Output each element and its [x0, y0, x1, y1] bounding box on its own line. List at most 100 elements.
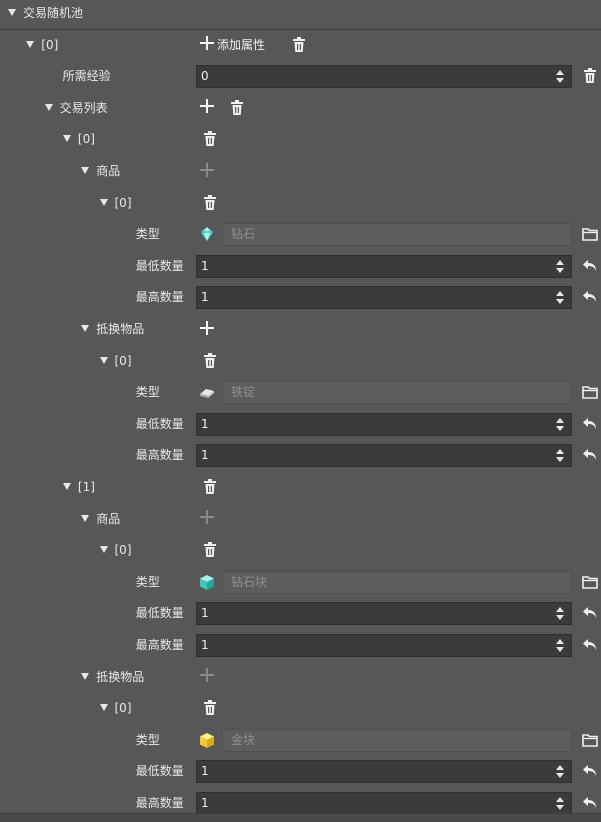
property-label: 最低数量 — [136, 409, 184, 440]
number-input[interactable]: 1 — [196, 254, 572, 278]
expand-triangle-icon[interactable] — [44, 103, 53, 111]
delete-button[interactable] — [201, 194, 219, 212]
trash-icon — [201, 130, 219, 148]
delete-button[interactable] — [290, 36, 308, 54]
property-row: 类型 钻石块 — [0, 567, 601, 598]
expand-triangle-icon[interactable] — [81, 514, 90, 522]
reset-button[interactable] — [581, 415, 599, 433]
spinner-arrows-icon[interactable] — [556, 417, 565, 432]
expand-triangle-icon[interactable] — [8, 9, 16, 16]
spinner-arrows-icon[interactable] — [556, 291, 565, 305]
item-type-field[interactable]: 金块 — [222, 728, 572, 752]
control-area: 金块 — [196, 725, 601, 756]
reset-button[interactable] — [581, 794, 599, 812]
control-area — [196, 662, 601, 693]
add-button — [200, 162, 214, 180]
add-button[interactable] — [200, 320, 214, 338]
expand-triangle-icon[interactable] — [62, 483, 71, 490]
spinner-arrows-icon[interactable] — [556, 607, 565, 621]
reset-button[interactable] — [581, 636, 599, 654]
property-label: 类型 — [136, 567, 160, 598]
add-button — [200, 668, 214, 686]
control-area — [196, 693, 601, 724]
node-label[interactable]: 抵换物品 — [81, 662, 144, 693]
number-input[interactable]: 1 — [196, 412, 572, 436]
expand-triangle-icon[interactable] — [81, 325, 90, 332]
control-area: 1 — [196, 598, 601, 629]
spinner-arrows-icon[interactable] — [556, 797, 565, 811]
expand-triangle-icon[interactable] — [99, 198, 108, 206]
control-area: 1 — [196, 756, 601, 787]
expand-triangle-icon[interactable] — [99, 546, 108, 554]
add-button[interactable] — [200, 99, 214, 117]
delete-button[interactable] — [201, 699, 219, 717]
item-type-field[interactable]: 钻石 — [222, 223, 572, 247]
tree-node-row: 抵换物品 — [0, 662, 601, 693]
spinner-arrows-icon[interactable] — [556, 70, 565, 84]
plus-icon — [200, 99, 214, 116]
reset-button[interactable] — [581, 257, 599, 275]
trash-icon — [201, 478, 219, 496]
delete-button[interactable] — [201, 541, 219, 559]
number-value: 1 — [201, 606, 209, 621]
property-row: 最低数量 1 — [0, 251, 601, 282]
browse-button[interactable] — [581, 225, 599, 243]
spinner-arrows-icon[interactable] — [556, 449, 565, 463]
node-label[interactable]: 商品 — [81, 156, 120, 187]
add-property-button[interactable]: 添加属性 — [200, 36, 265, 54]
item-type-field[interactable]: 钻石块 — [222, 570, 572, 594]
node-label[interactable]: [0] — [26, 30, 58, 61]
spinner-arrows-icon[interactable] — [556, 259, 565, 274]
plus-icon — [200, 162, 214, 180]
number-input[interactable]: 1 — [196, 634, 572, 657]
node-label[interactable]: [0] — [99, 535, 132, 566]
label-text: 交易列表 — [59, 100, 108, 115]
delete-button[interactable] — [201, 352, 219, 370]
spinner-arrows-icon[interactable] — [556, 639, 565, 653]
node-label[interactable]: 商品 — [81, 504, 120, 535]
number-input[interactable]: 1 — [196, 602, 572, 626]
property-label: 最低数量 — [136, 756, 184, 787]
reset-button[interactable] — [581, 288, 599, 306]
delete-button[interactable] — [581, 67, 599, 85]
delete-button[interactable] — [228, 99, 246, 117]
trash-icon — [201, 194, 219, 212]
browse-button[interactable] — [581, 731, 599, 749]
node-label[interactable]: [0] — [62, 124, 95, 155]
number-input[interactable]: 1 — [196, 444, 572, 468]
delete-button[interactable] — [201, 478, 219, 496]
node-label[interactable]: [1] — [62, 472, 95, 503]
reset-button[interactable] — [581, 762, 599, 780]
number-input[interactable]: 1 — [196, 792, 572, 815]
number-input[interactable]: 0 — [196, 65, 572, 89]
expand-triangle-icon[interactable] — [99, 704, 108, 712]
item-type-field[interactable]: 铁锭 — [222, 381, 572, 405]
node-label[interactable]: 抵换物品 — [81, 314, 144, 345]
node-label[interactable]: 交易列表 — [44, 93, 108, 124]
number-input[interactable]: 1 — [196, 760, 572, 784]
node-label[interactable]: 交易随机池 — [8, 0, 83, 29]
expand-triangle-icon[interactable] — [81, 167, 90, 174]
label-text: [0] — [114, 543, 132, 558]
label-text: 类型 — [135, 574, 160, 589]
horizontal-scrollbar[interactable] — [0, 813, 601, 822]
browse-button[interactable] — [581, 573, 599, 591]
number-input[interactable]: 1 — [196, 286, 572, 310]
delete-button[interactable] — [201, 130, 219, 148]
expand-triangle-icon[interactable] — [99, 356, 108, 364]
node-label[interactable]: [0] — [99, 188, 132, 219]
browse-button[interactable] — [581, 383, 599, 401]
expand-triangle-icon[interactable] — [26, 40, 35, 48]
expand-triangle-icon[interactable] — [62, 135, 71, 143]
node-label[interactable]: [0] — [99, 346, 132, 377]
add-property-label: 添加属性 — [217, 38, 266, 53]
property-row: 类型 铁锭 — [0, 377, 601, 408]
spinner-arrows-icon[interactable] — [556, 765, 565, 779]
expand-triangle-icon[interactable] — [81, 672, 90, 680]
reset-button[interactable] — [581, 446, 599, 464]
property-row: 最低数量 1 — [0, 598, 601, 629]
undo-icon — [581, 762, 599, 780]
reset-button[interactable] — [581, 604, 599, 622]
number-value: 1 — [201, 258, 209, 273]
node-label[interactable]: [0] — [99, 693, 132, 724]
